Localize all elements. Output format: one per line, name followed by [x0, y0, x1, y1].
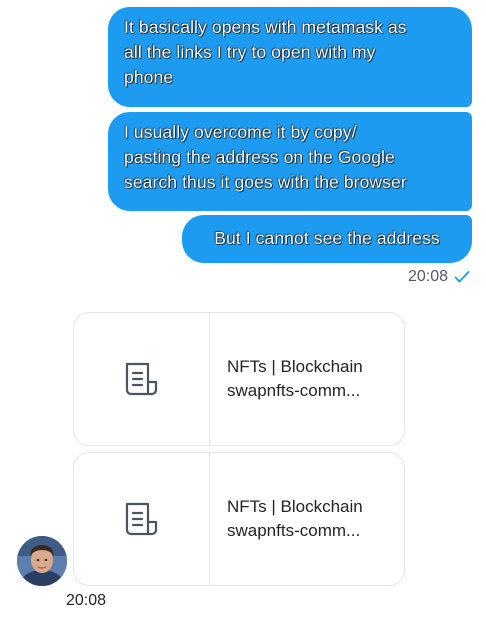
link-domain: swapnfts-comm...: [227, 381, 361, 400]
sent-message-bubble[interactable]: It basically opens with metamask as all …: [108, 7, 472, 107]
sent-time-text: 20:08: [407, 268, 448, 285]
link-domain: swapnfts-comm...: [227, 521, 361, 540]
message-line: pasting the address on the Google: [124, 147, 395, 167]
link-preview-text: NFTs | Blockchain swapnfts-comm...: [210, 453, 404, 585]
sent-message-bubble[interactable]: But I cannot see the address: [182, 215, 472, 263]
received-timestamp: 20:08: [66, 592, 107, 609]
sent-message-bubble[interactable]: I usually overcome it by copy/ pasting t…: [108, 112, 472, 211]
avatar[interactable]: [17, 536, 67, 586]
check-icon: [454, 271, 470, 283]
document-icon: [125, 502, 157, 536]
document-icon: [125, 362, 157, 396]
message-line: search thus it goes with the browser: [124, 172, 407, 192]
link-preview-text: NFTs | Blockchain swapnfts-comm...: [210, 313, 404, 445]
avatar-image: [17, 536, 67, 586]
message-line: But I cannot see the address: [214, 228, 440, 248]
link-preview-thumbnail: [74, 453, 210, 585]
message-line: phone: [124, 67, 174, 87]
link-preview-card[interactable]: NFTs | Blockchain swapnfts-comm...: [73, 312, 405, 446]
message-line: all the links I try to open with my: [124, 42, 376, 62]
link-title: NFTs | Blockchain: [227, 497, 363, 516]
chat-thread: It basically opens with metamask as all …: [0, 0, 486, 623]
link-preview-thumbnail: [74, 313, 210, 445]
sent-timestamp: 20:08: [408, 266, 470, 288]
message-line: It basically opens with metamask as: [124, 17, 407, 37]
link-preview-card[interactable]: NFTs | Blockchain swapnfts-comm...: [73, 452, 405, 586]
link-title: NFTs | Blockchain: [227, 357, 363, 376]
message-line: I usually overcome it by copy/: [124, 122, 357, 142]
